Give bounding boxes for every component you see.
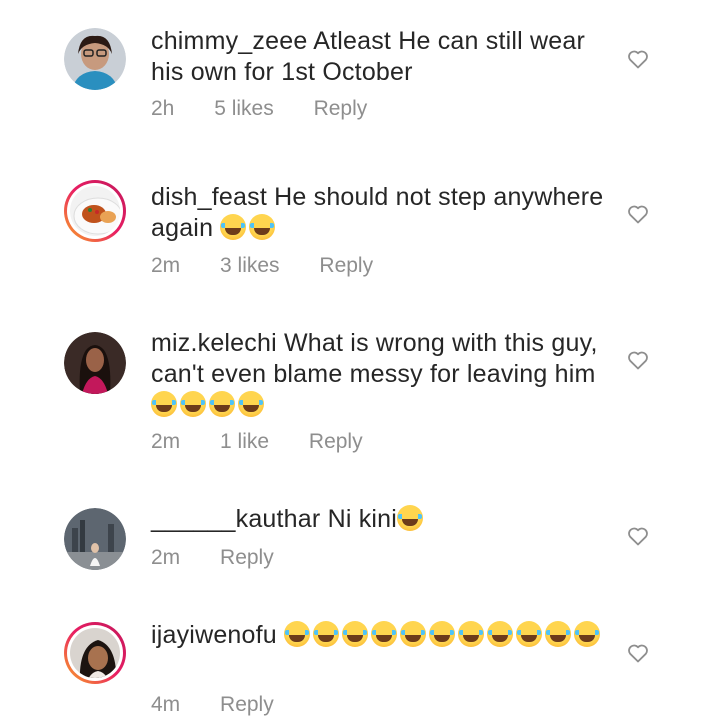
profile-photo — [70, 186, 120, 236]
comment-time: 4m — [151, 693, 181, 716]
comment-time: 2h — [151, 97, 175, 120]
face-with-tears-of-joy-emoji — [371, 621, 398, 647]
face-with-tears-of-joy-emoji — [458, 621, 485, 647]
face-with-tears-of-joy-emoji — [516, 621, 543, 647]
emoji-group — [284, 621, 603, 649]
comment-text: ______kauthar Ni kini — [151, 504, 611, 535]
heart-outline-icon[interactable] — [626, 524, 650, 548]
reply-button[interactable]: Reply — [220, 693, 274, 716]
heart-outline-icon[interactable] — [626, 202, 650, 226]
comment-username[interactable]: dish_feast — [151, 183, 267, 211]
comment-username[interactable]: ijayiwenofu — [151, 621, 277, 649]
face-with-tears-of-joy-emoji — [209, 391, 235, 417]
face-with-tears-of-joy-emoji — [238, 391, 264, 417]
comment-username[interactable]: ______kauthar — [151, 505, 320, 533]
face-with-tears-of-joy-emoji — [487, 621, 514, 647]
comment-meta: 2h 5 likes Reply — [151, 97, 401, 121]
emoji-group — [397, 505, 426, 533]
heart-outline-icon[interactable] — [626, 641, 650, 665]
avatar[interactable] — [64, 28, 126, 90]
comment-text: miz.kelechi What is wrong with this guy,… — [151, 328, 611, 421]
comment-username[interactable]: chimmy_zeee — [151, 27, 307, 55]
comment-meta: 2m Reply — [151, 546, 308, 570]
face-with-tears-of-joy-emoji — [574, 621, 601, 647]
face-with-tears-of-joy-emoji — [342, 621, 369, 647]
comment-time: 2m — [151, 546, 181, 569]
face-with-tears-of-joy-emoji — [220, 214, 247, 240]
face-with-tears-of-joy-emoji — [151, 391, 177, 417]
face-with-tears-of-joy-emoji — [180, 391, 206, 417]
comment-body: Ni kini — [327, 505, 398, 533]
comment-likes[interactable]: 1 like — [220, 430, 269, 453]
face-with-tears-of-joy-emoji — [249, 214, 276, 240]
avatar[interactable] — [64, 508, 126, 570]
comment-likes[interactable]: 3 likes — [220, 254, 280, 277]
avatar[interactable] — [64, 622, 126, 684]
avatar[interactable] — [64, 332, 126, 394]
comment-username[interactable]: miz.kelechi — [151, 329, 277, 357]
reply-button[interactable]: Reply — [314, 97, 368, 120]
comment-meta: 2m 1 like Reply — [151, 430, 397, 454]
emoji-group — [220, 214, 278, 242]
face-with-tears-of-joy-emoji — [284, 621, 311, 647]
comment-likes[interactable]: 5 likes — [214, 97, 274, 120]
comment-text: chimmy_zeee Atleast He can still wear hi… — [151, 26, 611, 88]
heart-outline-icon[interactable] — [626, 348, 650, 372]
reply-button[interactable]: Reply — [220, 546, 274, 569]
profile-photo — [64, 508, 126, 570]
profile-photo — [70, 628, 120, 678]
reply-button[interactable]: Reply — [309, 430, 363, 453]
face-with-tears-of-joy-emoji — [313, 621, 340, 647]
profile-photo — [64, 332, 126, 394]
comment-text: ijayiwenofu — [151, 620, 611, 651]
emoji-group — [151, 391, 267, 419]
profile-photo — [64, 28, 126, 90]
heart-outline-icon[interactable] — [626, 47, 650, 71]
comment-meta: 4m Reply — [151, 693, 308, 717]
comment-text: dish_feast He should not step anywhere a… — [151, 182, 611, 244]
face-with-tears-of-joy-emoji — [545, 621, 572, 647]
comment-time: 2m — [151, 430, 181, 453]
face-with-tears-of-joy-emoji — [429, 621, 456, 647]
comment-time: 2m — [151, 254, 181, 277]
face-with-tears-of-joy-emoji — [400, 621, 427, 647]
avatar[interactable] — [64, 180, 126, 242]
comment-meta: 2m 3 likes Reply — [151, 254, 407, 278]
reply-button[interactable]: Reply — [319, 254, 373, 277]
face-with-tears-of-joy-emoji — [397, 505, 424, 531]
